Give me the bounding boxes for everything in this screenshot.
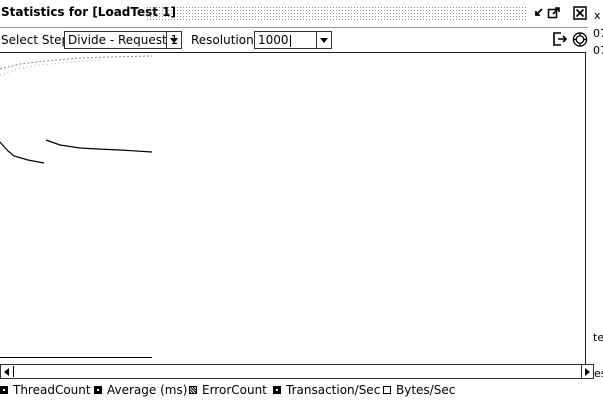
chart-lines — [0, 55, 153, 164]
scroll-left-icon[interactable] — [1, 365, 12, 378]
resolution-input[interactable]: 1000 — [258, 33, 291, 47]
settings-gear-icon[interactable] — [572, 31, 588, 47]
select-step-dropdown[interactable]: Divide - Request 1 — [64, 31, 182, 49]
resolution-combo[interactable]: 1000 — [254, 31, 332, 49]
window-title: Statistics for [LoadTest 1] — [1, 5, 176, 19]
scrollbar-thumb[interactable] — [13, 366, 14, 377]
chevron-down-icon[interactable] — [166, 32, 181, 48]
titlebar-grip[interactable] — [146, 6, 526, 20]
series-line-upper-2 — [0, 59, 101, 76]
export-icon[interactable] — [552, 31, 568, 47]
background-text-fragment: 07 — [593, 44, 603, 57]
maximize-icon[interactable] — [546, 5, 562, 21]
select-step-label: Select Step: — [1, 33, 74, 47]
statistics-toolbar: Select Step: Divide - Request 1 Resoluti… — [0, 28, 588, 52]
legend-item-average[interactable]: Average (ms) — [94, 383, 187, 397]
legend-label: ErrorCount — [202, 383, 267, 397]
legend-item-transaction-sec[interactable]: Transaction/Sec — [273, 383, 380, 397]
legend-marker-icon — [94, 386, 102, 394]
minimize-icon[interactable] — [530, 5, 546, 21]
scroll-right-icon[interactable] — [581, 365, 593, 378]
chart-legend: ThreadCount Average (ms) ErrorCount Tran… — [0, 383, 603, 399]
background-text-fragment: x — [594, 9, 601, 22]
legend-marker-icon — [383, 386, 391, 394]
legend-item-errorcount[interactable]: ErrorCount — [189, 383, 267, 397]
close-icon[interactable] — [572, 5, 588, 21]
background-text-fragment: 07 — [593, 27, 603, 40]
series-line-baseline — [0, 357, 152, 358]
legend-marker-icon — [273, 386, 281, 394]
legend-item-bytes-sec[interactable]: Bytes/Sec — [383, 383, 455, 397]
statistics-chart-area — [0, 52, 586, 365]
legend-label: ThreadCount — [13, 383, 91, 397]
resolution-label: Resolution: — [191, 33, 258, 47]
window-titlebar: Statistics for [LoadTest 1] — [0, 0, 588, 28]
chevron-down-icon[interactable] — [316, 32, 331, 48]
legend-item-threadcount[interactable]: ThreadCount — [0, 383, 91, 397]
legend-label: Transaction/Sec — [286, 383, 381, 397]
series-line-thread — [0, 141, 45, 164]
background-text-fragment: te — [593, 331, 603, 344]
legend-label: Bytes/Sec — [396, 383, 456, 397]
legend-label: Average (ms) — [107, 383, 188, 397]
horizontal-scrollbar[interactable] — [0, 364, 594, 379]
series-line-upper — [0, 55, 153, 70]
legend-marker-icon — [0, 386, 8, 394]
legend-marker-icon — [189, 386, 197, 394]
select-step-value: Divide - Request 1 — [68, 33, 179, 47]
series-line-average — [45, 139, 153, 153]
background-text-fragment: es — [594, 367, 603, 380]
